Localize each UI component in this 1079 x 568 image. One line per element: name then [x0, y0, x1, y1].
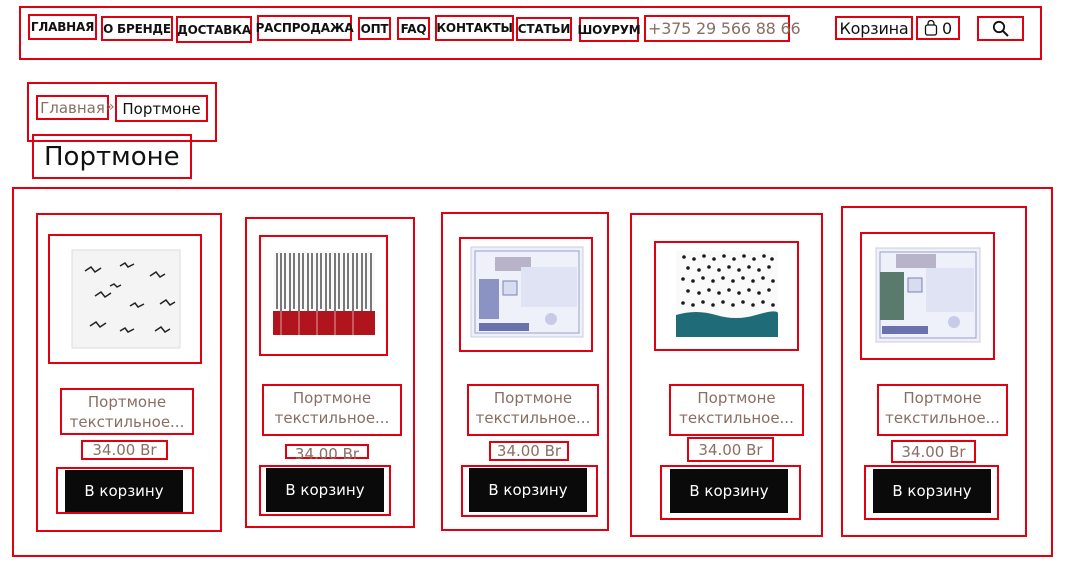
phone-link[interactable]: +375 29 566 88 66 [644, 15, 801, 42]
product-image[interactable] [860, 232, 995, 360]
nav-item-articles[interactable]: СТАТЬИ [516, 17, 572, 41]
nav-item-home[interactable]: ГЛАВНАЯ [28, 14, 97, 40]
breadcrumb-home[interactable]: Главная [36, 95, 109, 120]
search-icon [992, 20, 1009, 37]
product-price: 34.00 Br [285, 444, 369, 462]
nav-item-contacts[interactable]: КОНТАКТЫ [435, 15, 514, 41]
nav-item-wholesale[interactable]: ОПТ [358, 17, 391, 40]
add-to-cart-button[interactable]: В корзину [670, 469, 788, 513]
nav-item-brand[interactable]: О БРЕНДЕ [101, 16, 173, 41]
cart-bag-icon [924, 20, 938, 36]
breadcrumb-separator: » [106, 99, 115, 115]
cart-button[interactable]: 0 [916, 16, 960, 40]
product-name-text: Портмоне текстильное... [885, 389, 1000, 427]
add-to-cart-button[interactable]: В корзину [266, 468, 384, 512]
product-name[interactable]: Портмоне текстильное... [262, 384, 402, 436]
product-image[interactable] [259, 235, 388, 356]
product-name-text: Портмоне текстильное... [69, 393, 185, 431]
product-name-text: Портмоне текстильное... [679, 389, 794, 427]
product-name[interactable]: Портмоне текстильное... [467, 384, 599, 436]
product-price: 34.00 Br [489, 441, 569, 461]
cart-link[interactable]: Корзина [835, 16, 913, 40]
nav-item-showroom[interactable]: ШОУРУМ [577, 17, 641, 42]
product-image[interactable] [48, 234, 202, 364]
add-to-cart-button[interactable]: В корзину [873, 469, 991, 513]
product-name-text: Портмоне текстильное... [475, 389, 591, 427]
product-image[interactable] [654, 241, 799, 351]
page-title: Портмоне [32, 134, 192, 179]
product-price: 34.00 Br [81, 440, 168, 460]
nav-item-sale[interactable]: РАСПРОДАЖА [256, 15, 354, 41]
add-to-cart-button[interactable]: В корзину [469, 468, 587, 512]
product-name-text: Портмоне текстильное... [274, 389, 390, 427]
breadcrumb-current: Портмоне [115, 95, 208, 122]
product-name[interactable]: Портмоне текстильное... [60, 388, 194, 435]
nav-item-faq[interactable]: FAQ [397, 17, 430, 40]
add-to-cart-button[interactable]: В корзину [65, 470, 183, 512]
product-name[interactable]: Портмоне текстильное... [877, 384, 1008, 436]
product-price: 34.00 Br [891, 440, 976, 463]
product-name[interactable]: Портмоне текстильное... [669, 384, 804, 436]
product-price: 34.00 Br [687, 437, 774, 462]
search-button[interactable] [977, 16, 1024, 41]
product-image[interactable] [459, 237, 593, 352]
cart-count: 0 [942, 18, 952, 38]
nav-item-delivery[interactable]: ДОСТАВКА [176, 16, 252, 43]
